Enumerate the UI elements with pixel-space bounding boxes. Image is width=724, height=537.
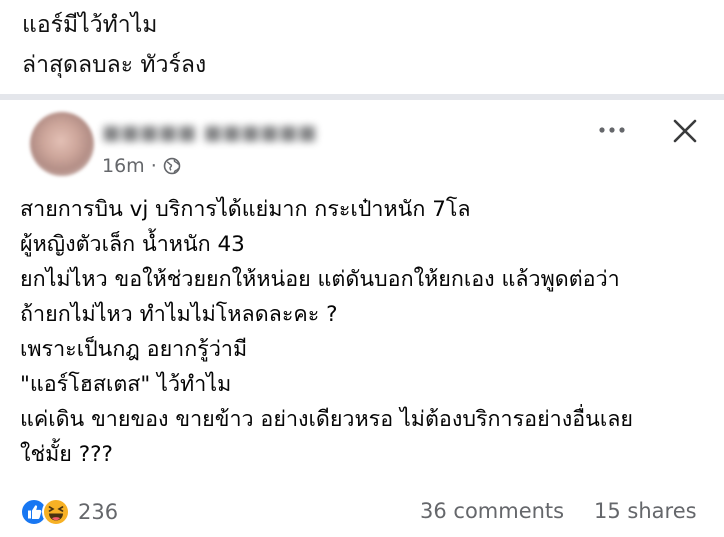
author-name[interactable]: ■■■■■ ■■■■■■ [102,120,317,144]
meta-separator: · [150,155,157,177]
facebook-post: ■■■■■ ■■■■■■ 16m · สายการบิน vj บริการได… [0,100,724,537]
reaction-count: 236 [78,500,119,524]
globe-icon[interactable] [163,157,181,175]
post-body-line: แค่เดิน ขายของ ขายข้าว อย่างเดียวหรอ ไม่… [20,407,633,432]
shares-count[interactable]: 15 shares [594,499,697,523]
post-body-line: เพราะเป็นกฎ อยากรู้ว่ามี [20,337,248,362]
close-icon[interactable] [668,114,702,148]
post-body-line: สายการบิน vj บริการได้แย่มาก กระเป๋าหนัก… [20,197,471,222]
post-footer: 236 36 comments 15 shares [0,495,724,529]
more-dots-icon[interactable] [594,116,630,144]
post-body-line: ยกไม่ไหว ขอให้ช่วยยกให้หน่อย แต่ดันบอกให… [20,267,620,292]
post-meta: 16m · [102,154,181,178]
comments-count[interactable]: 36 comments [420,499,564,523]
post-body-line: ผู้หญิงตัวเล็ก น้ำหนัก 43 [20,232,245,257]
avatar[interactable] [30,112,94,176]
reactions-summary[interactable]: 236 [20,498,118,526]
post-body: สายการบิน vj บริการได้แย่มาก กระเป๋าหนัก… [20,192,715,472]
haha-icon [42,498,70,526]
post-time[interactable]: 16m [102,155,145,177]
caption-area: แอร์มีไว้ทำไม ล่าสุดลบละ ทัวร์ลง [0,0,724,93]
caption-line-2: ล่าสุดลบละ ทัวร์ลง [22,52,207,78]
caption-line-1: แอร์มีไว้ทำไม [22,12,158,38]
post-body-line: ใช่มั้ย ??? [20,442,113,467]
post-body-line: ถ้ายกไม่ไหว ทำไมไม่โหลดละคะ ? [20,302,338,327]
post-body-line: "แอร์โฮสเตส" ไว้ทำไม [20,372,232,397]
